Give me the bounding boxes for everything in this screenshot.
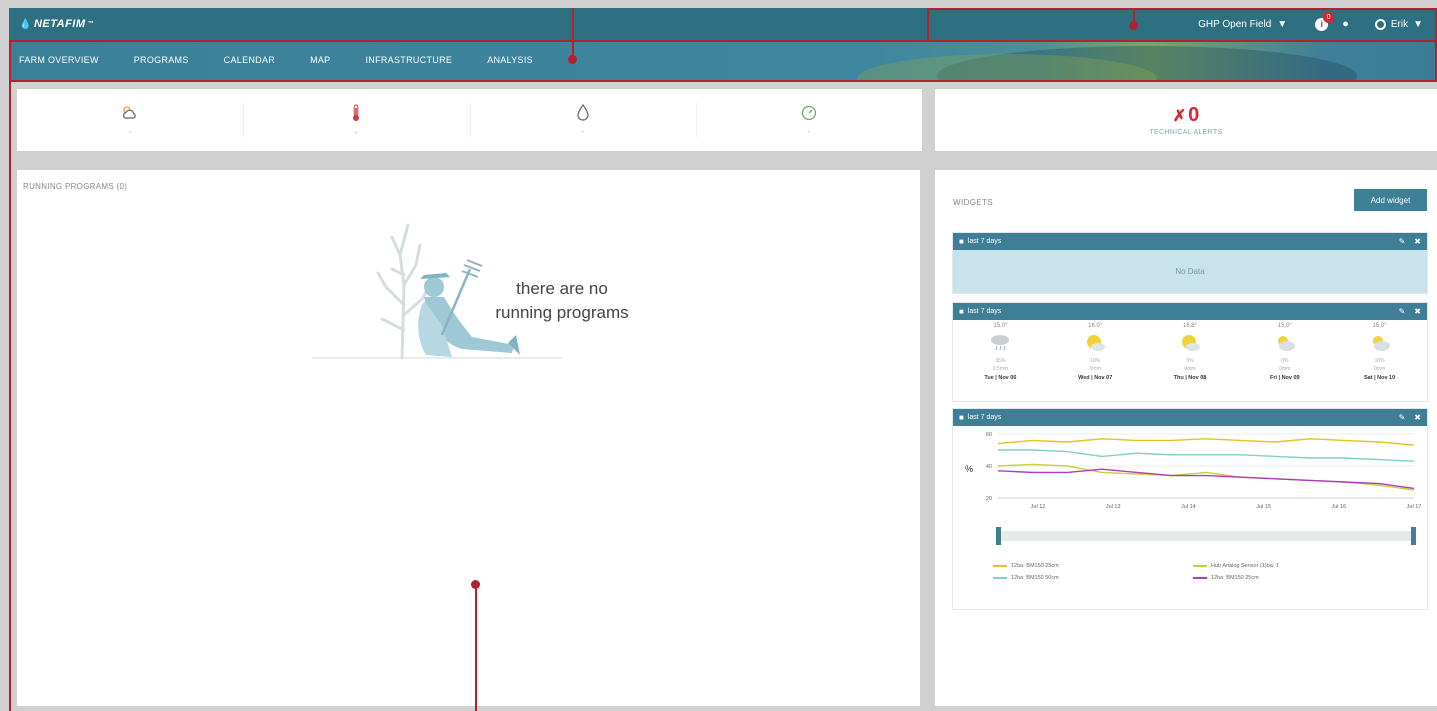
annotation-dot-main: [471, 580, 480, 589]
nav-farm-overview[interactable]: FARM OVERVIEW: [19, 55, 99, 65]
logo-trademark: ™: [87, 21, 95, 27]
app-root: 💧 NETAFIM ™ GHP Open Field ▼ i 0 ● Erik …: [0, 0, 1437, 711]
annotation-dot-nav: [568, 55, 577, 64]
nav-programs[interactable]: PROGRAMS: [134, 55, 189, 65]
annotation-frame-main: [9, 80, 1437, 711]
nav-map[interactable]: MAP: [310, 55, 330, 65]
nav-calendar[interactable]: CALENDAR: [224, 55, 275, 65]
nav-analysis[interactable]: ANALYSIS: [487, 55, 533, 65]
annotation-dot-topright: [1129, 21, 1138, 30]
nav-infrastructure[interactable]: INFRASTRUCTURE: [365, 55, 452, 65]
netafim-logo[interactable]: 💧 NETAFIM ™: [19, 18, 94, 30]
annotation-line-main: [475, 585, 477, 711]
annotation-line-nav: [572, 8, 574, 60]
logo-drop-icon: 💧: [19, 18, 32, 30]
logo-text: NETAFIM: [33, 18, 86, 30]
annotation-frame-topright: [927, 8, 1437, 40]
